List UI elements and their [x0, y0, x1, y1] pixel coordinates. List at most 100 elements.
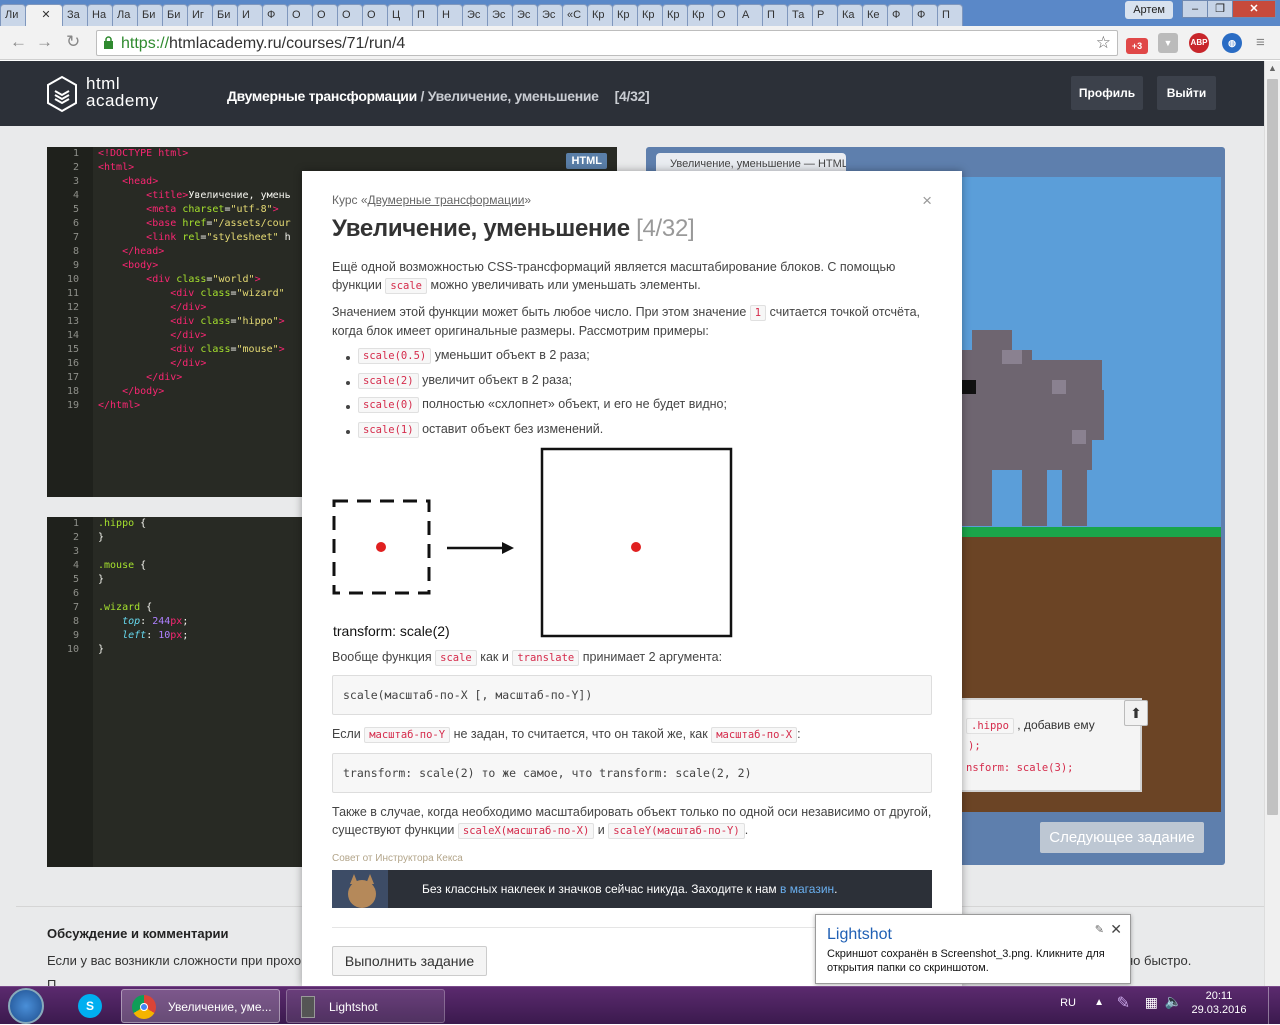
adblock-icon[interactable]: ABP: [1189, 33, 1209, 53]
browser-tab[interactable]: Би: [212, 4, 238, 26]
browser-tab[interactable]: О: [287, 4, 313, 26]
browser-tab[interactable]: Та: [787, 4, 813, 26]
taskbar-lightshot[interactable]: Lightshot: [286, 989, 445, 1023]
browser-tab[interactable]: И: [237, 4, 263, 26]
show-hidden-icons[interactable]: ▲: [1094, 997, 1104, 1008]
globe-icon[interactable]: ◍: [1222, 33, 1242, 53]
address-bar[interactable]: https://htmlacademy.ru/courses/71/run/4 …: [96, 30, 1118, 56]
scroll-up-icon[interactable]: ▲: [1268, 63, 1277, 73]
browser-tab[interactable]: За: [62, 4, 88, 26]
browser-tab[interactable]: О: [362, 4, 388, 26]
browser-tab[interactable]: Кр: [612, 4, 638, 26]
clock[interactable]: 20:11 29.03.2016: [1184, 990, 1254, 1016]
network-icon[interactable]: ▦: [1145, 994, 1158, 1011]
browser-tab[interactable]: Эс: [462, 4, 488, 26]
close-icon[interactable]: ✕: [1110, 921, 1122, 938]
browser-tab[interactable]: Кр: [637, 4, 663, 26]
course-link[interactable]: Двумерные трансформации: [368, 193, 525, 207]
browser-tab[interactable]: Ла: [112, 4, 138, 26]
url-text: https://htmlacademy.ru/courses/71/run/4: [121, 35, 406, 52]
browser-tab[interactable]: П: [412, 4, 438, 26]
browser-tab[interactable]: П: [937, 4, 963, 26]
language-indicator[interactable]: RU: [1060, 997, 1076, 1009]
css-code[interactable]: .hippo { } .mouse { } .wizard { top: 244…: [98, 517, 188, 657]
browser-tab[interactable]: Н: [437, 4, 463, 26]
browser-tab[interactable]: Эс: [512, 4, 538, 26]
pin-icon[interactable]: ✎: [1095, 923, 1104, 936]
lightshot-message[interactable]: Скриншот сохранён в Screenshot_3.png. Кл…: [827, 947, 1127, 975]
browser-toolbar: ← → ↻ https://htmlacademy.ru/courses/71/…: [0, 26, 1280, 60]
run-task-button[interactable]: Выполнить задание: [332, 946, 487, 976]
browser-tab[interactable]: На: [87, 4, 113, 26]
browser-tab[interactable]: Би: [162, 4, 188, 26]
browser-tab[interactable]: Ке: [862, 4, 888, 26]
browser-tab[interactable]: Ли: [0, 4, 26, 26]
browser-tab-active[interactable]: ✕: [25, 4, 63, 26]
modal-close-icon[interactable]: ×: [922, 191, 932, 211]
browser-tab[interactable]: О: [712, 4, 738, 26]
line-numbers: 1 2 3 4 5 6 7 8 9 10: [47, 517, 93, 867]
browser-tab[interactable]: О: [312, 4, 338, 26]
breadcrumb-course[interactable]: Двумерные трансформации: [227, 88, 417, 104]
logo-text[interactable]: html academy: [86, 75, 158, 109]
theory-modal: Курс «Двумерные трансформации» × Увеличе…: [302, 171, 962, 986]
browser-tab[interactable]: Кр: [687, 4, 713, 26]
shield-extension-icon[interactable]: ▼: [1158, 33, 1178, 53]
browser-tab[interactable]: П: [762, 4, 788, 26]
tab-strip: Ли ✕ За На Ла Би Би Иг Би И Ф О О О О Ц П Н Эс Эс Эс Эс «С Кр Кр…: [0, 4, 963, 26]
window-close-button[interactable]: ✕: [1232, 0, 1276, 18]
bookmark-star-icon[interactable]: ☆: [1096, 33, 1111, 53]
browser-tab[interactable]: Эс: [537, 4, 563, 26]
browser-tab[interactable]: А: [737, 4, 763, 26]
browser-tab[interactable]: Эс: [487, 4, 513, 26]
shop-link[interactable]: в магазин: [780, 882, 834, 896]
reload-icon[interactable]: ↻: [66, 32, 80, 52]
taskbar-chrome[interactable]: Увеличение, уме...: [121, 989, 280, 1023]
collapse-task-button[interactable]: ⬆: [1124, 700, 1148, 726]
logout-button[interactable]: Выйти: [1157, 76, 1216, 110]
browser-tab[interactable]: Би: [137, 4, 163, 26]
paragraph-4: Если масштаб-по-Y не задан, то считается…: [332, 727, 801, 743]
extension-badge[interactable]: +3: [1126, 38, 1148, 54]
task-code: .hippo: [966, 718, 1014, 734]
forward-arrow-icon[interactable]: →: [36, 32, 53, 52]
browser-tab[interactable]: Иг: [187, 4, 213, 26]
browser-tab[interactable]: О: [337, 4, 363, 26]
browser-tab[interactable]: Ф: [912, 4, 938, 26]
browser-tab[interactable]: Кр: [662, 4, 688, 26]
browser-tab[interactable]: Р: [812, 4, 838, 26]
profile-user-button[interactable]: Артем: [1125, 1, 1173, 19]
minimize-button[interactable]: –: [1182, 0, 1208, 18]
academy-logo-icon[interactable]: [46, 75, 78, 113]
browser-tab[interactable]: Ф: [262, 4, 288, 26]
taskbar-label: Lightshot: [329, 1000, 378, 1014]
volume-icon[interactable]: 🔈: [1165, 993, 1182, 1010]
modal-title: Увеличение, уменьшение [4/32]: [332, 215, 695, 242]
list-item: scale(0) полностью «схлопнет» объект, и …: [346, 397, 727, 422]
browser-tab[interactable]: Ка: [837, 4, 863, 26]
lightshot-tray-icon[interactable]: ✎: [1117, 993, 1130, 1013]
start-button[interactable]: [8, 988, 44, 1024]
browser-tab[interactable]: «С: [562, 4, 588, 26]
cat-avatar: [332, 870, 388, 908]
modal-course: Курс «Двумерные трансформации»: [332, 193, 532, 207]
list-item: scale(0.5) уменьшит объект в 2 раза;: [346, 348, 727, 373]
next-task-button[interactable]: Следующее задание: [1040, 822, 1204, 853]
page-scrollbar[interactable]: ▲: [1264, 61, 1280, 986]
browser-tab[interactable]: Кр: [587, 4, 613, 26]
profile-button[interactable]: Профиль: [1071, 76, 1143, 110]
paragraph-1: Ещё одной возможностью CSS-трансформаций…: [332, 260, 896, 294]
skype-icon[interactable]: S: [75, 989, 105, 1023]
scrollbar-thumb[interactable]: [1267, 79, 1278, 815]
tip-text: Без классных наклеек и значков сейчас ни…: [422, 882, 838, 896]
browser-tab[interactable]: Ф: [887, 4, 913, 26]
show-desktop-button[interactable]: [1268, 987, 1280, 1025]
chrome-icon-center: [140, 1003, 148, 1011]
lightshot-notification[interactable]: Lightshot ✎ ✕ Скриншот сохранён в Screen…: [815, 914, 1131, 984]
html-code[interactable]: <!DOCTYPE html> <html> <head> <title>Уве…: [98, 147, 291, 413]
browser-tab[interactable]: Ц: [387, 4, 413, 26]
maximize-button[interactable]: ❐: [1207, 0, 1233, 18]
menu-icon[interactable]: ≡: [1256, 34, 1265, 51]
css-editor[interactable]: 1 2 3 4 5 6 7 8 9 10 .hippo { } .mouse {…: [47, 517, 307, 867]
back-arrow-icon[interactable]: ←: [10, 32, 27, 52]
